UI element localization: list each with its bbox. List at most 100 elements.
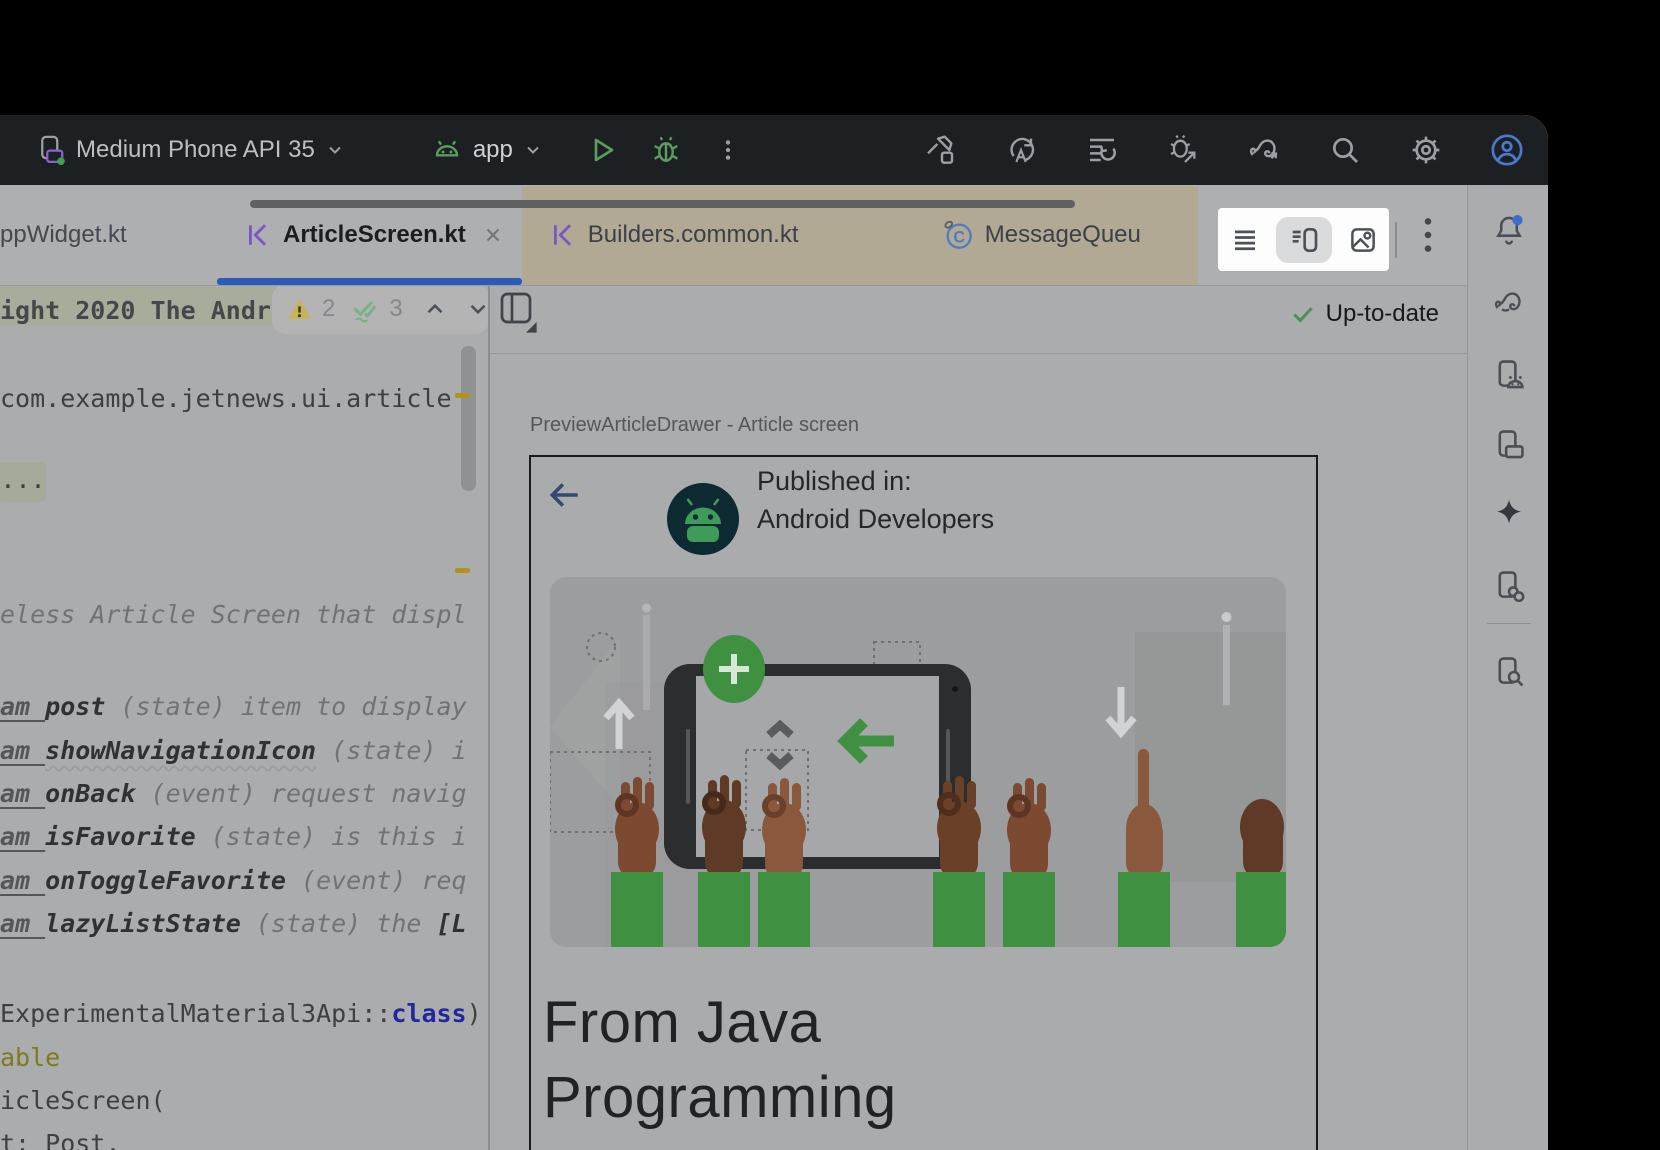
code-line[interactable]: am post (state) item to display (0, 690, 467, 724)
rerun-tasks-icon[interactable] (1085, 133, 1119, 167)
code-line[interactable]: ight 2020 The Andr (0, 294, 271, 328)
code-segment: (event) request navig (151, 779, 467, 808)
code-segment: (event) req (301, 866, 467, 895)
tab-label: MessageQueu (985, 221, 1141, 249)
running-devices-icon[interactable] (1492, 428, 1526, 462)
run-button[interactable] (585, 133, 619, 167)
code-line[interactable]: am onToggleFavorite (event) req (0, 864, 467, 898)
passed-count: 3 (389, 295, 402, 323)
kotlin-file-icon (245, 222, 271, 248)
article-title: From Java Programming (543, 985, 897, 1135)
code-line[interactable]: com.example.jetnews.ui.article (0, 382, 452, 416)
notifications-bell-icon[interactable] (1492, 213, 1526, 247)
code-segment: lazyListState (45, 909, 256, 938)
build-hammer-icon[interactable] (923, 133, 957, 167)
folded-region[interactable]: ... (0, 462, 46, 502)
active-tab-underline (217, 278, 522, 285)
code-segment: t: Post, (0, 1129, 120, 1150)
gemini-sparkle-icon[interactable] (1492, 496, 1526, 530)
warning-stripe-mark[interactable] (455, 393, 470, 398)
code-segment: isFavorite (45, 822, 211, 851)
tab-articlescreen[interactable]: ArticleScreen.kt (217, 186, 522, 285)
gradle-elephant-icon[interactable] (1492, 286, 1526, 320)
chevron-down-icon (523, 140, 543, 160)
article-preview-card[interactable]: Published in: Android Developers (529, 455, 1318, 1150)
published-in-label: Published in: (757, 462, 994, 500)
view-mode-spotlight (1218, 208, 1389, 271)
right-toolwindow-stripe (1467, 185, 1548, 1150)
tab-appwidget[interactable]: ppWidget.kt (0, 186, 190, 285)
tab-label: ArticleScreen.kt (283, 221, 466, 249)
gradle-sync-icon[interactable] (1247, 133, 1281, 167)
run-config-label: app (473, 136, 513, 164)
preview-status-label: Up-to-date (1326, 300, 1439, 328)
debug-button[interactable] (649, 133, 683, 167)
code-segment: onBack (45, 779, 150, 808)
java-class-icon: C (943, 220, 973, 250)
run-config-selector[interactable]: app (431, 134, 543, 166)
svg-text:C: C (953, 229, 965, 247)
attach-debugger-icon[interactable] (1166, 133, 1200, 167)
prev-issue-chevron-icon[interactable] (422, 296, 448, 322)
close-icon[interactable] (484, 226, 502, 244)
preview-name-label[interactable]: PreviewArticleDrawer - Article screen (530, 414, 859, 437)
code-line[interactable]: ExperimentalMaterial3Api::class) (0, 997, 482, 1031)
code-segment: am (0, 866, 45, 895)
app-inspection-icon[interactable] (1492, 655, 1526, 689)
sidebar-divider (1487, 623, 1531, 624)
code-segment: ) (467, 999, 482, 1028)
editor-tab-bar: ppWidget.kt ArticleScreen.kt (0, 185, 1467, 286)
device-selector[interactable]: Medium Phone API 35 (36, 135, 345, 165)
toolbar-divider (1395, 222, 1397, 258)
profile-avatar[interactable] (1490, 133, 1524, 167)
android-developers-logo (667, 483, 739, 555)
device-selector-label: Medium Phone API 35 (76, 136, 315, 164)
code-line[interactable]: t: Post, (0, 1127, 120, 1150)
code-segment: onToggleFavorite (45, 866, 301, 895)
code-segment: am (0, 692, 45, 721)
main-toolbar: Medium Phone API 35 app (0, 115, 1548, 185)
inspections-widget[interactable]: 2 3 (272, 286, 489, 334)
code-segment: am (0, 822, 45, 851)
code-segment: ExperimentalMaterial3Api:: (0, 999, 391, 1028)
publication-name: Android Developers (757, 500, 994, 538)
split-view-button[interactable] (1276, 217, 1332, 263)
code-line[interactable]: am isFavorite (state) is this i (0, 820, 467, 854)
code-segment: am (0, 779, 45, 808)
code-editor[interactable]: ight 2020 The Andr com.example.jetnews.ui… (0, 286, 490, 1150)
code-line[interactable]: am showNavigationIcon (state) i (0, 734, 467, 768)
tab-messagequeue[interactable]: C MessageQueu (915, 186, 1198, 285)
code-line[interactable]: am lazyListState (state) the [L (0, 907, 467, 941)
code-line[interactable]: icleScreen( (0, 1084, 166, 1118)
inspections-ok-icon (350, 294, 380, 324)
preview-layout-grid-icon[interactable] (498, 290, 538, 334)
code-view-button[interactable] (1222, 217, 1268, 263)
tab-label: ppWidget.kt (0, 221, 127, 249)
code-segment: [L (437, 909, 467, 938)
device-manager-icon[interactable] (1492, 358, 1526, 392)
code-line[interactable]: am onBack (event) request navig (0, 777, 467, 811)
search-icon[interactable] (1328, 133, 1362, 167)
preview-canvas[interactable]: PreviewArticleDrawer - Article screen (490, 354, 1467, 1150)
apply-changes-icon[interactable] (1004, 133, 1038, 167)
design-view-button[interactable] (1340, 217, 1386, 263)
device-mirroring-icon[interactable] (1492, 569, 1526, 603)
code-segment: post (45, 692, 120, 721)
more-actions-button[interactable] (711, 133, 745, 167)
settings-gear-icon[interactable] (1409, 133, 1443, 167)
editor-scrollbar[interactable] (461, 346, 476, 491)
kotlin-file-icon (550, 222, 576, 248)
code-line[interactable]: able (0, 1041, 60, 1075)
back-arrow-icon[interactable] (547, 477, 583, 513)
code-segment: (state) the (256, 909, 437, 938)
code-line[interactable]: eless Article Screen that displ (0, 598, 467, 632)
next-issue-chevron-icon[interactable] (465, 296, 489, 322)
article-hero-image (550, 577, 1286, 947)
code-segment: am (0, 736, 45, 765)
android-studio-window: Medium Phone API 35 app (0, 115, 1548, 1150)
warning-stripe-mark[interactable] (455, 568, 470, 573)
tab-builders-common[interactable]: Builders.common.kt (522, 186, 915, 285)
highlighted-tabs-group: Builders.common.kt C MessageQueu (522, 186, 1198, 285)
tab-options-kebab-icon[interactable] (1414, 210, 1442, 260)
code-segment: able (0, 1043, 60, 1072)
